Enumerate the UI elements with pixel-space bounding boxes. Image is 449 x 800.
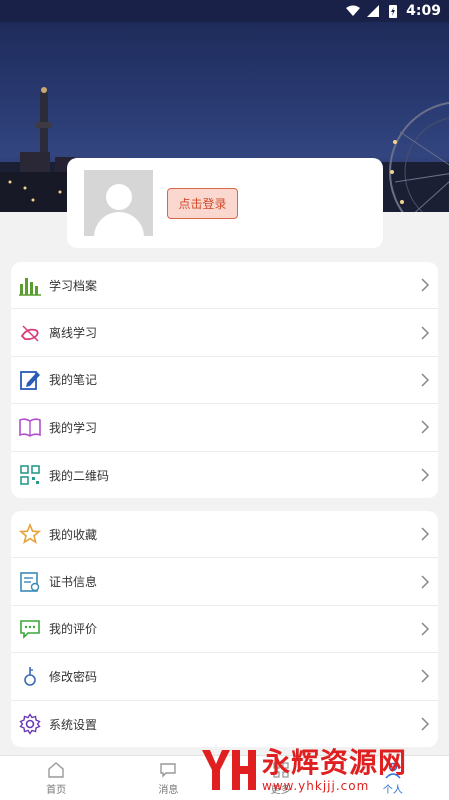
nav-messages[interactable]: 消息: [112, 756, 224, 800]
menu-group-account: 我的收藏 证书信息 我的评价 修改密码 系统设置: [11, 511, 438, 747]
battery-icon: [389, 5, 398, 18]
certificate-icon: [19, 571, 41, 593]
nav-label: 更多: [270, 784, 291, 796]
comment-icon: [19, 618, 41, 640]
nav-home[interactable]: 首页: [0, 756, 112, 800]
key-icon: [19, 665, 41, 687]
profile-card: 点击登录: [67, 158, 383, 248]
chevron-right-icon: [421, 420, 430, 434]
chevron-right-icon: [421, 326, 430, 340]
menu-label: 证书信息: [49, 575, 98, 590]
chevron-right-icon: [421, 278, 430, 292]
nav-label: 消息: [158, 784, 179, 796]
person-icon: [385, 762, 401, 778]
bar-chart-icon: [19, 274, 41, 296]
chevron-right-icon: [421, 717, 430, 731]
menu-item-my-qrcode[interactable]: 我的二维码: [11, 452, 438, 499]
menu-item-my-reviews[interactable]: 我的评价: [11, 606, 438, 654]
menu-label: 系统设置: [49, 717, 98, 732]
menu-label: 学习档案: [49, 278, 98, 293]
menu-item-learning-archive[interactable]: 学习档案: [11, 262, 438, 310]
wifi-icon: [346, 5, 361, 16]
menu-item-offline-learning[interactable]: 离线学习: [11, 309, 438, 357]
status-bar: 4:09: [0, 0, 449, 22]
menu-label: 离线学习: [49, 326, 98, 341]
menu-label: 我的二维码: [49, 468, 110, 483]
chevron-right-icon: [421, 669, 430, 683]
chevron-right-icon: [421, 622, 430, 636]
chevron-right-icon: [421, 575, 430, 589]
qrcode-icon: [19, 464, 41, 486]
chevron-right-icon: [421, 373, 430, 387]
offline-icon: [19, 322, 41, 344]
bottom-nav: 首页 消息 更多 个人: [0, 755, 449, 800]
menu-label: 我的学习: [49, 420, 98, 435]
avatar-head: [106, 184, 132, 210]
menu-label: 我的评价: [49, 622, 98, 637]
login-button[interactable]: 点击登录: [167, 188, 238, 219]
avatar[interactable]: [84, 170, 153, 236]
menu-label: 我的笔记: [49, 373, 98, 388]
chevron-right-icon: [421, 527, 430, 541]
menu-item-my-learning[interactable]: 我的学习: [11, 404, 438, 452]
nav-profile[interactable]: 个人: [337, 756, 449, 800]
menu-label: 修改密码: [49, 669, 98, 684]
signal-icon: [367, 5, 380, 17]
book-icon: [19, 416, 41, 438]
chevron-right-icon: [421, 468, 430, 482]
message-icon: [160, 762, 177, 778]
note-icon: [19, 369, 41, 391]
menu-item-system-settings[interactable]: 系统设置: [11, 701, 438, 748]
nav-label: 首页: [46, 784, 67, 796]
star-icon: [19, 523, 41, 545]
more-icon: [272, 761, 289, 778]
menu-group-learning: 学习档案 离线学习 我的笔记 我的学习 我的二维码: [11, 262, 438, 498]
nav-label: 个人: [382, 784, 403, 796]
avatar-body: [94, 212, 144, 236]
nav-more[interactable]: 更多: [225, 756, 337, 800]
menu-item-my-favorites[interactable]: 我的收藏: [11, 511, 438, 559]
status-time: 4:09: [406, 3, 441, 19]
menu-item-my-notes[interactable]: 我的笔记: [11, 357, 438, 405]
menu-label: 我的收藏: [49, 527, 98, 542]
gear-icon: [19, 713, 41, 736]
menu-item-change-password[interactable]: 修改密码: [11, 653, 438, 701]
home-icon: [48, 761, 64, 778]
menu-item-certificate-info[interactable]: 证书信息: [11, 558, 438, 606]
